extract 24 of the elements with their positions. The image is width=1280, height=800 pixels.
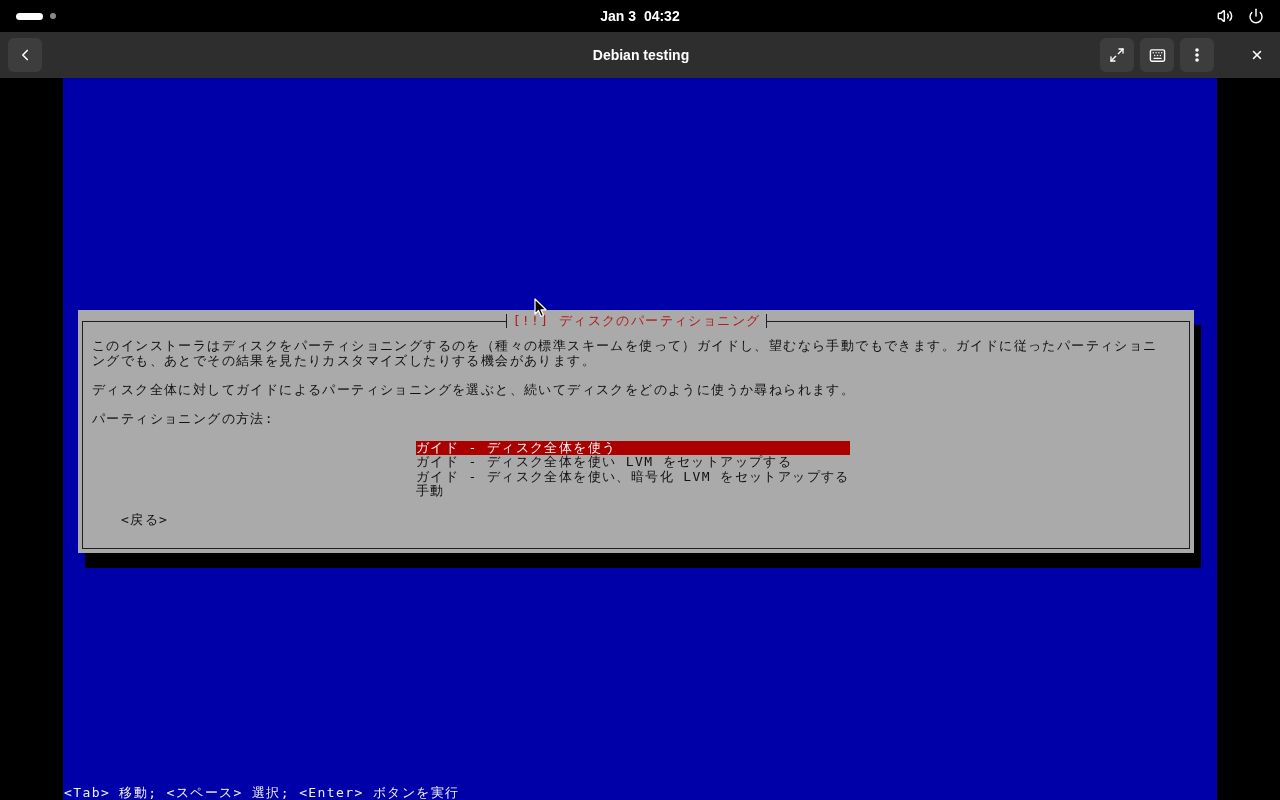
fullscreen-button[interactable]	[1100, 38, 1134, 72]
keyboard-icon	[1148, 46, 1166, 64]
close-icon	[1250, 48, 1264, 62]
menu-option[interactable]: 手動	[416, 484, 850, 499]
window-title: Debian testing	[592, 45, 690, 65]
menu-option[interactable]: ガイド - ディスク全体を使う	[416, 440, 850, 455]
clock-text[interactable]: Jan 3 04:32	[600, 5, 680, 27]
menu-icon	[1195, 48, 1199, 62]
active-workspace-icon	[16, 12, 43, 20]
power-icon[interactable]	[1248, 8, 1264, 24]
description-text: このインストーラはディスクをパーティショニングするのを（種々の標準スキームを使って）ガイドし、望むなら手動でもできます。ガイドに従ったパーティショニングでも、あとでその結果を見たりカスタマイズしたりする機会があります。	[92, 339, 1159, 368]
keyboard-help-text: <Tab> 移動; <スペース> 選択; <Enter> ボタンを実行	[63, 784, 460, 800]
volume-icon[interactable]	[1217, 8, 1233, 24]
keyboard-button[interactable]	[1140, 38, 1174, 72]
menu-option[interactable]: ガイド - ディスク全体を使い、暗号化 LVM をセットアップする	[416, 469, 850, 484]
prompt-text: パーティショニングの方法:	[92, 411, 275, 426]
back-button[interactable]	[8, 38, 42, 72]
activities-button[interactable]	[16, 12, 56, 20]
back-button[interactable]: <戻る>	[121, 513, 169, 528]
description-text: ディスク全体に対してガイドによるパーティショニングを選ぶと、続いてディスクをどのように使うか尋ねられます。	[92, 382, 857, 397]
menu-option[interactable]: ガイド - ディスク全体を使い LVM をセットアップする	[416, 455, 850, 470]
menu-button[interactable]	[1180, 38, 1214, 72]
expand-arrows-icon	[1109, 47, 1125, 63]
workspace-dot-icon	[50, 13, 56, 19]
